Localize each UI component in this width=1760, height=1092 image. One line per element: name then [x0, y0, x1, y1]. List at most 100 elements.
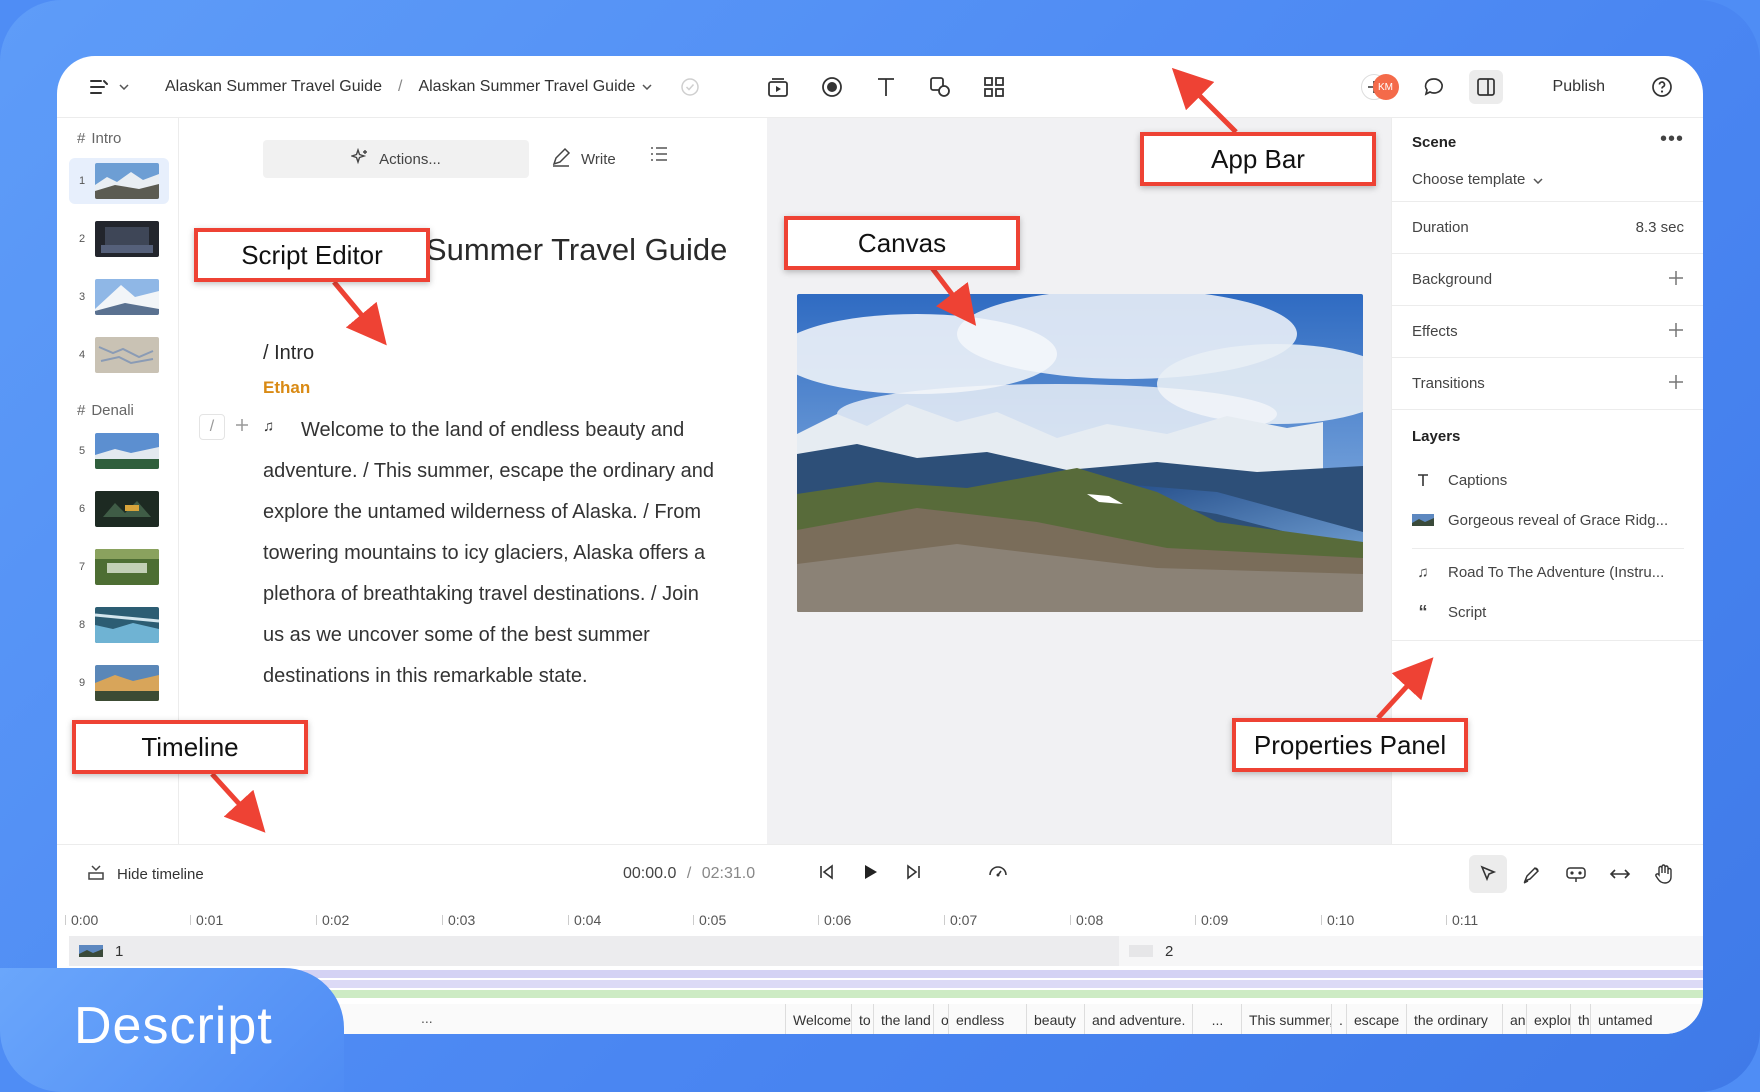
scene-thumbnail-2[interactable]: 2 — [69, 216, 169, 262]
presentation-background: Alaskan Summer Travel Guide / Alaskan Su… — [0, 0, 1760, 1092]
scene-thumbnail-3[interactable]: 3 — [69, 274, 169, 320]
time-readout: 00:00.0 / 02:31.0 — [623, 865, 755, 883]
avatar[interactable]: KM — [1372, 74, 1399, 100]
chevron-down-icon[interactable] — [641, 74, 653, 100]
breadcrumb-project[interactable]: Alaskan Summer Travel Guide — [165, 78, 382, 96]
scene-break-button[interactable]: / — [199, 414, 225, 440]
word-clip[interactable]: and adventure. — [1084, 1004, 1192, 1034]
actions-button[interactable]: Actions... — [263, 140, 529, 178]
scene-thumbnail-image — [95, 433, 159, 469]
section-label-denali: # Denali — [77, 402, 134, 419]
add-effect-icon[interactable] — [1668, 322, 1684, 342]
app-bar-right: KM Publish — [1360, 56, 1675, 118]
scene-clip-2[interactable]: 2 — [1119, 936, 1703, 966]
word-clip[interactable]: This summer, — [1241, 1004, 1331, 1034]
effects-row[interactable]: Effects — [1392, 306, 1703, 358]
scene-thumbnail-6[interactable]: 6 — [69, 486, 169, 532]
scene-thumbnail-9[interactable]: 9 — [69, 660, 169, 706]
scene-number: 7 — [78, 561, 86, 573]
scene-number: 5 — [78, 445, 86, 457]
add-transition-icon[interactable] — [1668, 374, 1684, 394]
hash-icon: # — [77, 130, 86, 147]
choose-template-dropdown[interactable]: Choose template — [1412, 171, 1543, 188]
scene-thumbnail-5[interactable]: 5 — [69, 428, 169, 474]
scene-thumbnail-1[interactable]: 1 — [69, 158, 169, 204]
total-time: 02:31.0 — [701, 865, 756, 882]
layer-script[interactable]: “ Script — [1412, 592, 1684, 632]
draw-tool-icon[interactable] — [1513, 855, 1551, 893]
more-options-icon[interactable]: ••• — [1660, 129, 1684, 151]
layer-music[interactable]: ♫ Road To The Adventure (Instru... — [1412, 552, 1684, 592]
word-clip[interactable]: ... — [1192, 1004, 1242, 1034]
write-button[interactable]: Write — [551, 140, 616, 178]
script-paragraph[interactable]: Welcome to the land of endless beauty an… — [263, 410, 723, 697]
menu-icon[interactable] — [87, 74, 113, 100]
background-row[interactable]: Background — [1392, 254, 1703, 306]
word-clip[interactable]: untamed — [1590, 1004, 1666, 1034]
ruler-tick: 0:03 — [441, 912, 476, 928]
duration-row[interactable]: Duration 8.3 sec — [1392, 202, 1703, 254]
chevron-down-icon[interactable] — [117, 74, 131, 100]
text-icon[interactable] — [873, 74, 899, 100]
ruler-tick: 0:06 — [817, 912, 852, 928]
word-clip[interactable]: to — [851, 1004, 873, 1034]
help-icon[interactable] — [1649, 74, 1675, 100]
layer-video[interactable]: Gorgeous reveal of Grace Ridg... — [1412, 500, 1684, 540]
word-clip[interactable]: the land — [873, 1004, 933, 1034]
add-background-icon[interactable] — [1668, 270, 1684, 290]
canvas-video-frame[interactable] — [797, 294, 1363, 612]
scene-thumbnail-image — [95, 607, 159, 643]
scene-clip-1[interactable]: 1 — [69, 936, 1119, 966]
grid-icon[interactable] — [981, 74, 1007, 100]
effects-label: Effects — [1412, 323, 1458, 340]
callout-timeline: Timeline — [72, 720, 308, 774]
shapes-icon[interactable] — [927, 74, 953, 100]
time-ruler[interactable]: 0:00 0:01 0:02 0:03 0:04 0:05 0:06 0:07 … — [57, 904, 1703, 934]
play-icon[interactable] — [861, 863, 879, 886]
word-clip[interactable]: explore — [1526, 1004, 1570, 1034]
toggle-panel-button[interactable] — [1468, 70, 1503, 104]
loop-speed-icon[interactable] — [987, 861, 1009, 888]
word-clip[interactable]: of — [933, 1004, 948, 1034]
word-clip[interactable]: endless — [948, 1004, 1026, 1034]
resize-tool-icon[interactable] — [1601, 855, 1639, 893]
scene-section: Scene ••• Choose template — [1392, 118, 1703, 202]
blade-tool-icon[interactable] — [1557, 855, 1595, 893]
scene-thumbnail-7[interactable]: 7 — [69, 544, 169, 590]
outline-list-icon[interactable] — [649, 144, 669, 169]
scene-thumbnail-4[interactable]: 4 — [69, 332, 169, 378]
scene-heading[interactable]: / Intro — [263, 342, 314, 365]
add-block-icon[interactable] — [235, 418, 249, 437]
pen-icon — [551, 147, 571, 171]
layer-captions[interactable]: Captions — [1412, 460, 1684, 500]
comment-icon[interactable] — [1421, 74, 1447, 100]
select-tool-icon[interactable] — [1469, 855, 1507, 893]
word-clip[interactable]: and — [1502, 1004, 1526, 1034]
transitions-row[interactable]: Transitions — [1392, 358, 1703, 410]
word-clip[interactable]: Welcome — [785, 1004, 851, 1034]
media-icon[interactable] — [765, 74, 791, 100]
hide-timeline-button[interactable]: Hide timeline — [87, 863, 204, 885]
duration-value[interactable]: 8.3 sec — [1636, 219, 1684, 236]
breadcrumb-composition[interactable]: Alaskan Summer Travel Guide — [418, 78, 635, 96]
word-clip[interactable]: beauty — [1026, 1004, 1084, 1034]
callout-app-bar: App Bar — [1140, 132, 1376, 186]
record-icon[interactable] — [819, 74, 845, 100]
word-clip[interactable]: the ordinary — [1406, 1004, 1502, 1034]
layer-divider — [1412, 548, 1684, 549]
skip-back-icon[interactable] — [817, 863, 835, 886]
publish-button[interactable]: Publish — [1553, 78, 1605, 96]
saved-check-icon — [677, 74, 703, 100]
skip-forward-icon[interactable] — [905, 863, 923, 886]
write-label: Write — [581, 150, 616, 168]
hand-tool-icon[interactable] — [1645, 855, 1683, 893]
word-clip[interactable]: the — [1570, 1004, 1590, 1034]
sparkle-icon — [349, 147, 369, 170]
speaker-label[interactable]: Ethan — [263, 378, 310, 398]
word-clip[interactable]: . — [1331, 1004, 1346, 1034]
ruler-tick: 0:02 — [315, 912, 350, 928]
word-clip[interactable]: escape — [1346, 1004, 1406, 1034]
scene-thumbnail-8[interactable]: 8 — [69, 602, 169, 648]
ruler-tick: 0:09 — [1194, 912, 1229, 928]
playback-controls — [817, 861, 1009, 888]
